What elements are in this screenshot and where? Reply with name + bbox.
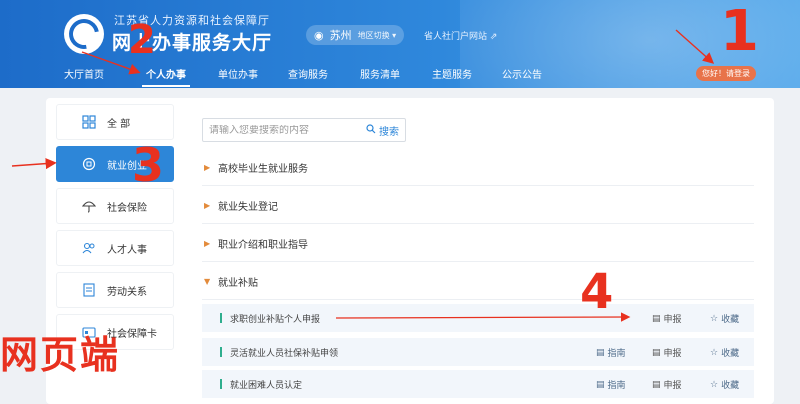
- item-label: 就业困难人员认定: [230, 380, 303, 391]
- location-pin-icon: ◉: [314, 28, 324, 42]
- main-nav: 大厅首页 个人办事 单位办事 查询服务 服务清单 主题服务 公示公告: [0, 62, 800, 87]
- item-marker: [220, 313, 222, 323]
- category-label: 全 部: [107, 118, 131, 130]
- service-content: 搜索 ▶ 高校毕业生就业服务 ▶ 就业失业登记 ▶ 职业介绍和职业指导 ▼ 就业…: [190, 104, 768, 404]
- annotation-number-4: 4: [580, 264, 614, 320]
- caret-right-icon: ▶: [204, 163, 211, 172]
- apply-button[interactable]: ▤ 申报: [652, 378, 682, 392]
- annotation-number-2: 2: [128, 17, 156, 63]
- group-registration[interactable]: ▶ 就业失业登记: [202, 188, 754, 224]
- guide-icon: ▤: [596, 347, 605, 358]
- annotation-number-3: 3: [132, 138, 165, 192]
- group-label: 就业失业登记: [218, 202, 278, 213]
- nav-personal[interactable]: 个人办事: [142, 66, 190, 87]
- briefcase-icon: [81, 156, 97, 172]
- search-button-label: 搜索: [379, 127, 399, 138]
- form-icon: ▤: [652, 313, 661, 324]
- guide-button[interactable]: ▤ 指南: [596, 378, 626, 392]
- search-button[interactable]: 搜索: [366, 123, 399, 138]
- portal-link-label: 省人社门户网站: [424, 32, 488, 42]
- list-item[interactable]: 灵活就业人员社保补贴申领 ▤ 指南 ▤ 申报 ☆ 收藏: [202, 338, 754, 366]
- grid-icon: [81, 114, 97, 130]
- apply-label: 申报: [663, 315, 682, 325]
- favorite-label: 收藏: [721, 381, 740, 391]
- item-label: 求职创业补贴个人申报: [230, 314, 321, 325]
- group-label: 就业补贴: [218, 278, 258, 289]
- favorite-button[interactable]: ☆ 收藏: [710, 378, 740, 392]
- document-icon: [81, 282, 97, 298]
- item-marker: [220, 347, 222, 357]
- nav-service-list[interactable]: 服务清单: [360, 66, 400, 81]
- guide-button[interactable]: ▤ 指南: [596, 346, 626, 360]
- apply-button[interactable]: ▤ 申报: [652, 346, 682, 360]
- list-item[interactable]: 求职创业补贴个人申报 ▤ 申报 ☆ 收藏: [202, 304, 754, 332]
- star-icon: ☆: [710, 313, 719, 324]
- search-input[interactable]: [209, 124, 359, 136]
- category-social-insurance[interactable]: 社会保险: [56, 188, 174, 224]
- category-label: 人才人事: [107, 244, 147, 256]
- apply-label: 申报: [663, 349, 682, 359]
- favorite-label: 收藏: [721, 349, 740, 359]
- group-label: 职业介绍和职业指导: [218, 240, 308, 251]
- city-switcher[interactable]: ◉ 苏州 地区切换 ▾: [306, 25, 405, 45]
- guide-label: 指南: [607, 349, 626, 359]
- form-icon: ▤: [652, 347, 661, 358]
- list-item[interactable]: 就业困难人员认定 ▤ 指南 ▤ 申报 ☆ 收藏: [202, 370, 754, 398]
- search-icon: [366, 124, 376, 137]
- star-icon: ☆: [710, 347, 719, 358]
- category-label: 社会保险: [107, 202, 147, 214]
- nav-unit[interactable]: 单位办事: [218, 66, 258, 81]
- star-icon: ☆: [710, 379, 719, 390]
- header-bar: 江苏省人力资源和社会保障厅 网上办事服务大厅 ◉ 苏州 地区切换 ▾ 省人社门户…: [0, 0, 800, 88]
- nav-theme[interactable]: 主题服务: [432, 66, 472, 81]
- favorite-label: 收藏: [721, 315, 740, 325]
- people-icon: [81, 240, 97, 256]
- caption-web-side: 网页端: [0, 333, 121, 377]
- group-label: 高校毕业生就业服务: [218, 164, 308, 175]
- logo-icon: [63, 13, 105, 55]
- guide-icon: ▤: [596, 379, 605, 390]
- form-icon: ▤: [652, 379, 661, 390]
- annotation-number-1: 1: [720, 0, 759, 64]
- external-link-icon: ⇗: [489, 32, 498, 42]
- group-subsidy[interactable]: ▼ 就业补贴: [202, 264, 754, 300]
- category-talent[interactable]: 人才人事: [56, 230, 174, 266]
- city-name: 苏州: [329, 29, 352, 42]
- favorite-button[interactable]: ☆ 收藏: [710, 346, 740, 360]
- guide-label: 指南: [607, 381, 626, 391]
- portal-link[interactable]: 省人社门户网站 ⇗: [424, 29, 497, 42]
- logo[interactable]: [63, 13, 105, 55]
- city-switch-label: 地区切换 ▾: [357, 30, 397, 40]
- item-marker: [220, 379, 222, 389]
- item-label: 灵活就业人员社保补贴申领: [230, 348, 339, 359]
- nav-home[interactable]: 大厅首页: [64, 66, 104, 81]
- group-graduate[interactable]: ▶ 高校毕业生就业服务: [202, 150, 754, 186]
- nav-notice[interactable]: 公示公告: [502, 66, 542, 81]
- search-box: 搜索: [202, 118, 406, 142]
- caret-down-icon: ▼: [204, 277, 211, 286]
- group-career-guidance[interactable]: ▶ 职业介绍和职业指导: [202, 226, 754, 262]
- category-labor[interactable]: 劳动关系: [56, 272, 174, 308]
- category-all[interactable]: 全 部: [56, 104, 174, 140]
- apply-button[interactable]: ▤ 申报: [652, 312, 682, 326]
- umbrella-icon: [81, 198, 97, 214]
- caret-right-icon: ▶: [204, 239, 211, 248]
- login-button[interactable]: 您好！请登录: [696, 66, 756, 81]
- nav-query[interactable]: 查询服务: [288, 66, 328, 81]
- category-label: 劳动关系: [107, 286, 147, 298]
- favorite-button[interactable]: ☆ 收藏: [710, 312, 740, 326]
- caret-right-icon: ▶: [204, 201, 211, 210]
- apply-label: 申报: [663, 381, 682, 391]
